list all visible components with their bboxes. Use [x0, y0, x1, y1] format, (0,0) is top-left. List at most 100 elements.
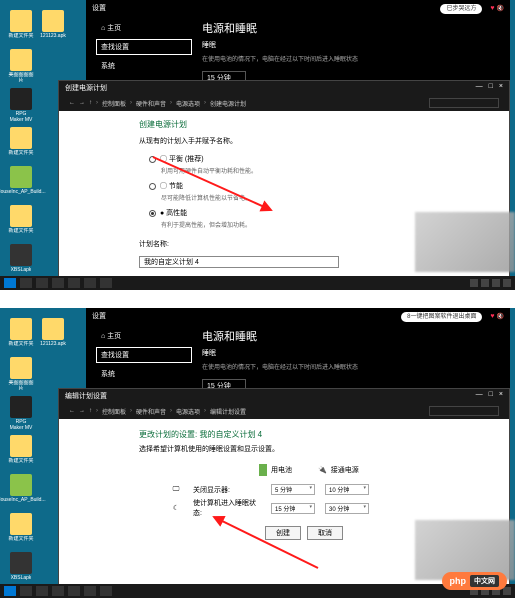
back-icon[interactable]: ← [69, 408, 75, 414]
search-input[interactable] [429, 98, 499, 108]
desktop-icon[interactable]: 新建文件夹 [8, 318, 34, 351]
forward-icon[interactable]: → [79, 408, 85, 414]
radio-saver-desc: 尽可能降低计算机性能以节省电。 [161, 193, 449, 202]
desktop-icon[interactable]: 新建文件夹 [8, 435, 34, 468]
maximize-button[interactable]: □ [489, 83, 493, 93]
tray-icon[interactable] [503, 587, 511, 595]
taskbar-item[interactable] [100, 586, 112, 596]
sleep-section-label: 睡眠 [202, 40, 500, 50]
desktop-icon[interactable]: 121123.apk [40, 318, 66, 351]
radio-label: ◯ 平衡 (推荐) [160, 154, 204, 164]
up-icon[interactable]: ↑ [89, 408, 92, 414]
taskbar-item[interactable] [68, 586, 80, 596]
sleep-plugged-dropdown[interactable]: 30 分钟 [325, 503, 369, 514]
taskbar-item[interactable] [84, 278, 96, 288]
desktop-icon[interactable]: 新建文件夹 [8, 127, 34, 160]
desktop-icon[interactable]: 新建文件夹 [8, 10, 34, 43]
taskbar-item[interactable] [68, 278, 80, 288]
crumb[interactable]: 编辑计划设置 [210, 407, 246, 416]
nav-search[interactable]: 查找设置 [96, 347, 192, 363]
settings-title: 设置 [92, 3, 106, 13]
desktop-icon[interactable]: XBSLapk [8, 552, 34, 585]
close-button[interactable]: × [499, 391, 503, 401]
taskbar-item[interactable] [20, 586, 32, 596]
maximize-button[interactable]: □ [489, 391, 493, 401]
nav-home[interactable]: ⌂ 主页 [96, 328, 192, 344]
taskbar-item[interactable] [52, 586, 64, 596]
folder-icon [42, 10, 64, 32]
watermark-brand: php [450, 576, 467, 586]
tray-icon[interactable] [481, 279, 489, 287]
tray-icon[interactable] [503, 279, 511, 287]
search-input[interactable] [429, 406, 499, 416]
column-plugged: 🔌 接通电源 [318, 465, 359, 475]
radio-icon [149, 210, 156, 217]
back-icon[interactable]: ← [69, 100, 75, 106]
radio-label: ● 高性能 [160, 208, 187, 218]
taskbar-item[interactable] [20, 278, 32, 288]
radio-balanced[interactable]: ◯ 平衡 (推荐) [149, 154, 449, 164]
nav-system[interactable]: 系统 [96, 366, 192, 382]
crumb[interactable]: 电源选项 [176, 99, 200, 108]
row-label: 使计算机进入睡眠状态: [193, 498, 261, 518]
forward-icon[interactable]: → [79, 100, 85, 106]
desktop-icon[interactable]: MouseInc_AP_Build... [8, 166, 34, 199]
radio-saver[interactable]: ◯ 节能 [149, 181, 449, 191]
watermark-badge: php 中文网 [442, 572, 508, 590]
nav-search[interactable]: 查找设置 [96, 39, 192, 55]
window-title: 编辑计划设置 [65, 391, 107, 401]
taskbar-item[interactable] [100, 278, 112, 288]
folder-icon [10, 205, 32, 227]
column-battery: 用电池 [259, 464, 292, 476]
minimize-button[interactable]: — [476, 83, 483, 93]
folder-icon [42, 318, 64, 340]
taskbar-item[interactable] [36, 586, 48, 596]
display-plugged-dropdown[interactable]: 10 分钟 [325, 484, 369, 495]
page-subtext: 从现有的计划入手并赋予名称。 [139, 136, 449, 146]
crumb[interactable]: 硬件和声音 [136, 407, 166, 416]
start-button[interactable] [4, 586, 16, 596]
crumb[interactable]: 电源选项 [176, 407, 200, 416]
taskbar-item[interactable] [52, 278, 64, 288]
up-icon[interactable]: ↑ [89, 100, 92, 106]
crumb[interactable]: 控制面板 [102, 99, 126, 108]
row-label: 关闭显示器: [193, 485, 261, 495]
desktop-icon[interactable]: 新建文件夹 [8, 513, 34, 546]
page-title: 电源和睡眠 [202, 328, 500, 344]
desktop-icon[interactable]: 美图图图图片 [8, 357, 34, 390]
desktop-icon[interactable]: 新建文件夹 [8, 205, 34, 238]
settings-window: 设置 已步哭远方 ♥ 🔇 ⌂ 主页 查找设置 系统 电源和睡眠 睡眠 在使用电池… [86, 0, 510, 80]
folder-icon [10, 435, 32, 457]
column-label: 用电池 [271, 465, 292, 475]
close-button[interactable]: × [499, 83, 503, 93]
radio-high[interactable]: ● 高性能 [149, 208, 449, 218]
desktop-icon[interactable]: XBSLapk [8, 244, 34, 277]
display-battery-dropdown[interactable]: 5 分钟 [271, 484, 315, 495]
tray-icon[interactable] [470, 279, 478, 287]
cancel-button[interactable]: 取消 [307, 526, 343, 540]
minimize-button[interactable]: — [476, 391, 483, 401]
row-sleep: ☾ 使计算机进入睡眠状态: 15 分钟 30 分钟 [169, 498, 469, 518]
taskbar-item[interactable] [84, 586, 96, 596]
crumb[interactable]: 控制面板 [102, 407, 126, 416]
breadcrumb: ← → ↑ ›控制面板 ›硬件和声音 ›电源选项 ›编辑计划设置 [59, 403, 509, 419]
desktop-icon[interactable]: RPG Maker MV [8, 88, 34, 121]
desktop-icon[interactable]: 美图图图图片 [8, 49, 34, 82]
nav-home[interactable]: ⌂ 主页 [96, 20, 192, 36]
radio-icon [149, 183, 156, 190]
crumb[interactable]: 创建电源计划 [210, 99, 246, 108]
taskbar-item[interactable] [36, 278, 48, 288]
crumb[interactable]: 硬件和声音 [136, 99, 166, 108]
nav-system[interactable]: 系统 [96, 58, 192, 74]
desktop-icon[interactable]: 121123.apk [40, 10, 66, 43]
plan-name-input[interactable] [139, 256, 339, 268]
desktop-icon[interactable]: RPG Maker MV [8, 396, 34, 429]
app-icon [10, 396, 32, 418]
tray-icon[interactable] [492, 279, 500, 287]
create-button[interactable]: 创建 [265, 526, 301, 540]
mute-icon: 🔇 [497, 314, 504, 320]
start-button[interactable] [4, 278, 16, 288]
desktop-icon[interactable]: MouseInc_AP_Build... [8, 474, 34, 507]
sleep-battery-dropdown[interactable]: 15 分钟 [271, 503, 315, 514]
app-icon [10, 244, 32, 266]
